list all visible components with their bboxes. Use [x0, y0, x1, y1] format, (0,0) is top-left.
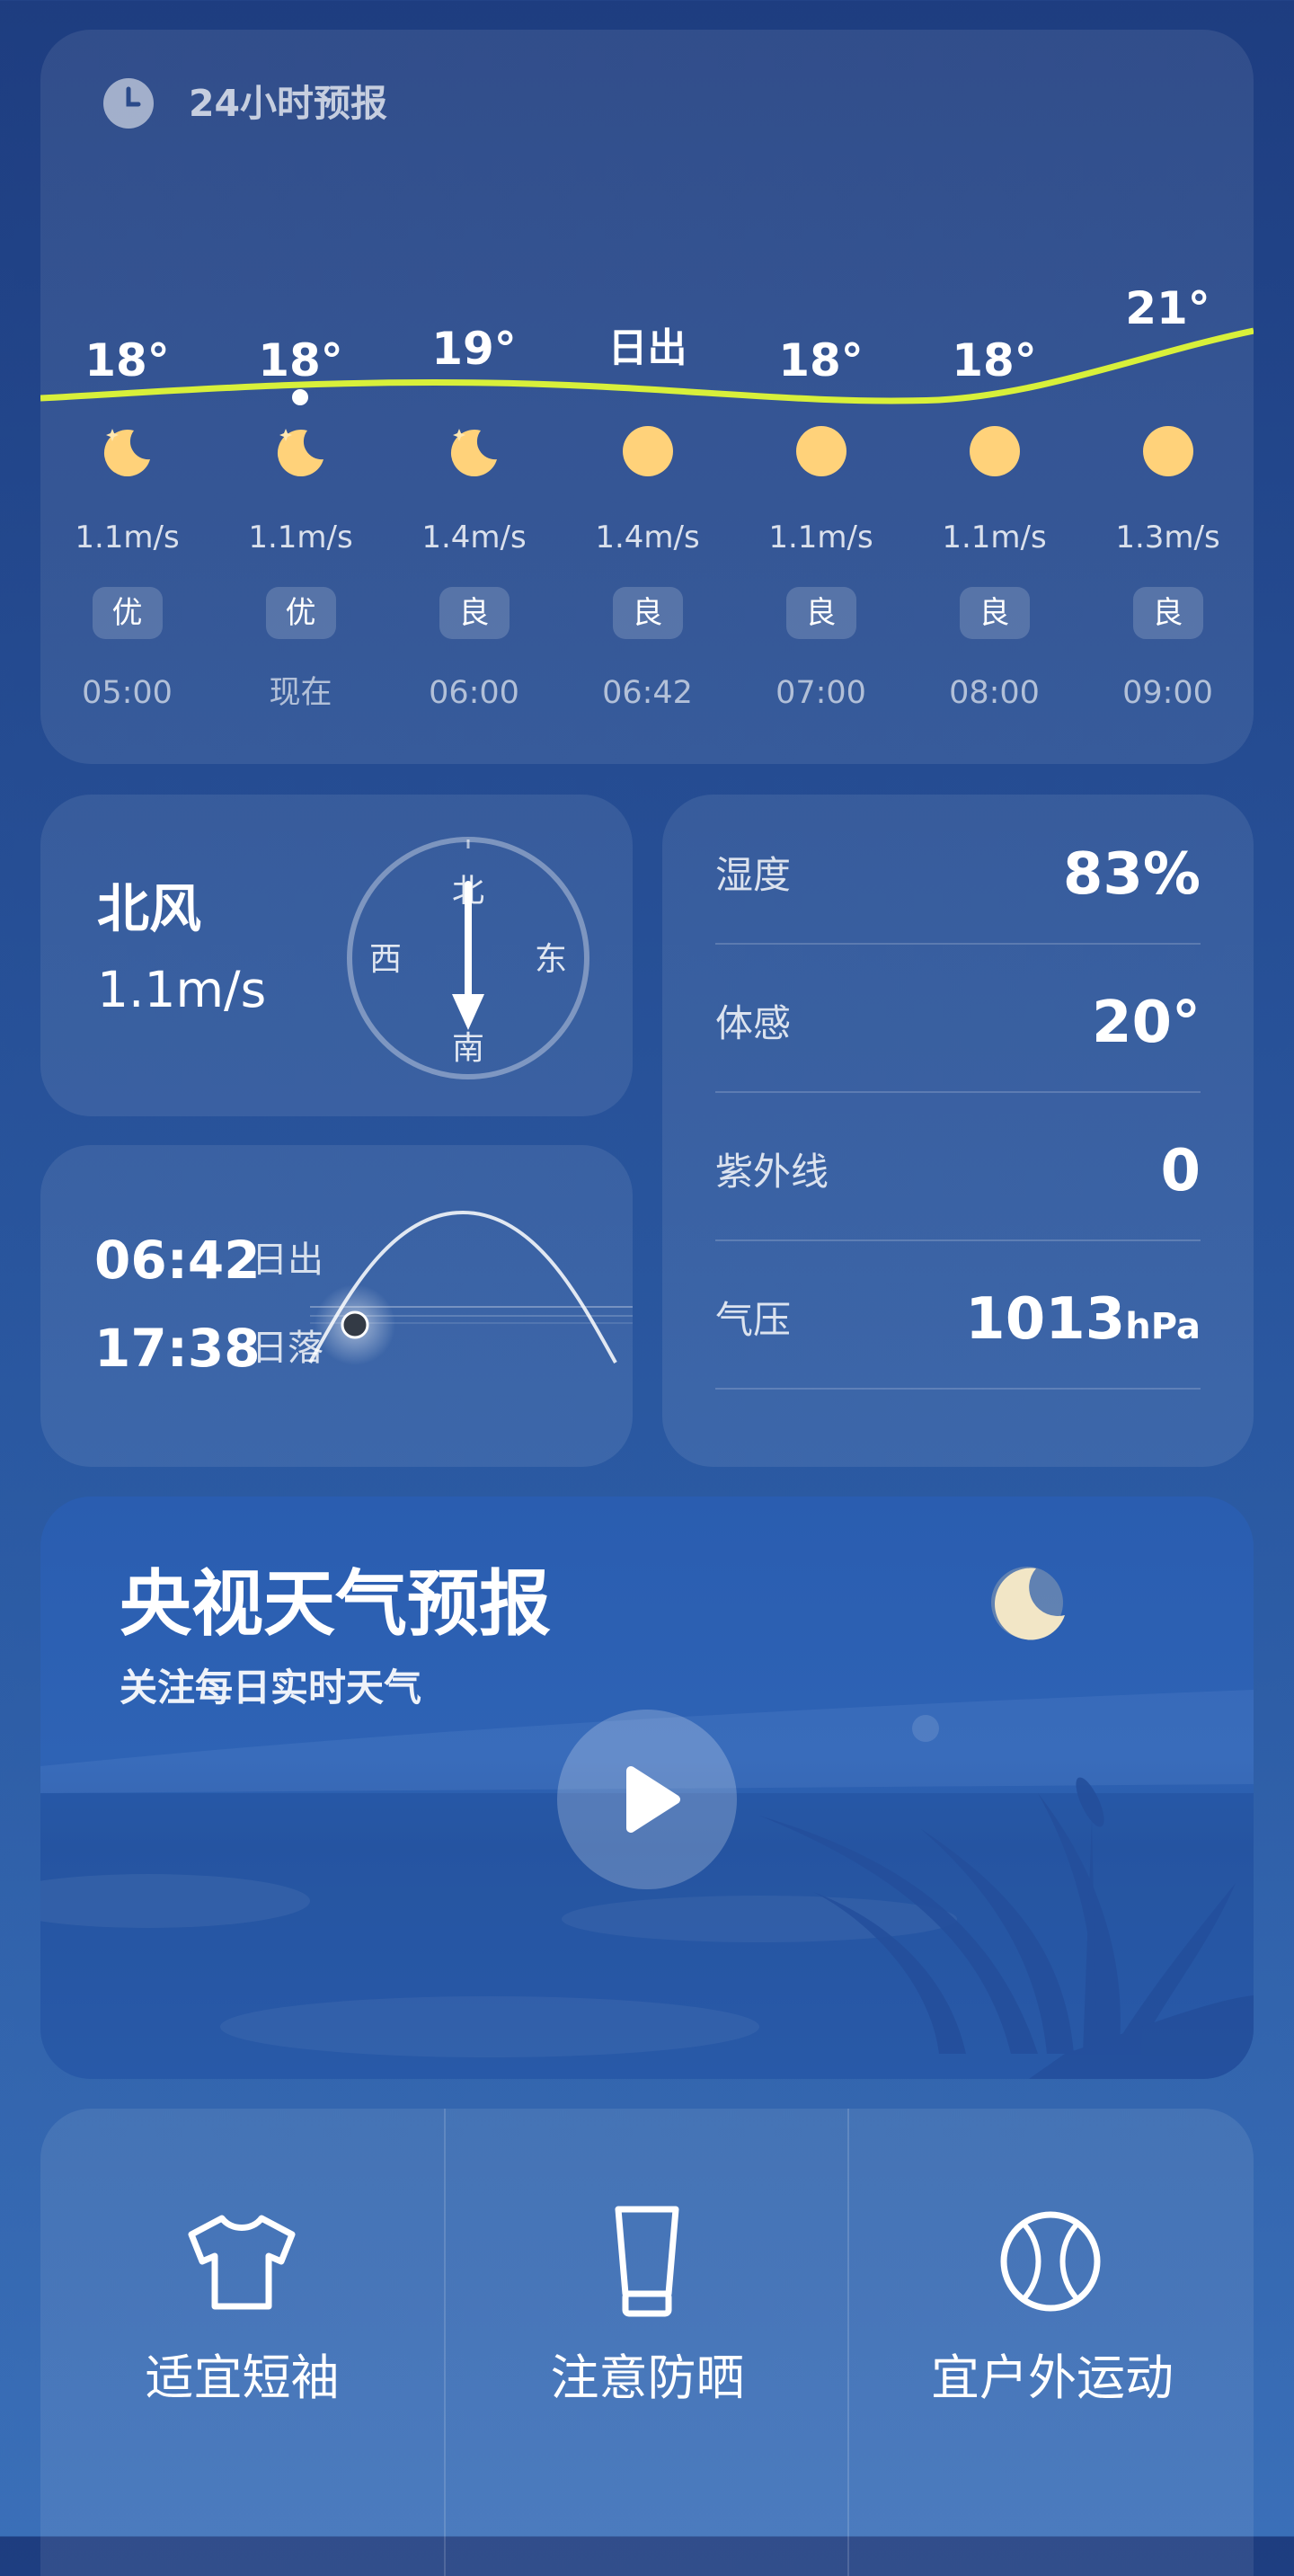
hour-column[interactable]: 19° 1.4m/s 良 06:00: [387, 30, 561, 764]
hour-temp: 18°: [84, 334, 170, 386]
hour-time: 06:42: [602, 675, 693, 711]
sunscreen-icon: [615, 2206, 679, 2317]
feels-like-label: 体感: [715, 1001, 792, 1045]
sun-path-arc: [308, 1210, 633, 1365]
hour-time: 09:00: [1122, 675, 1213, 711]
uv-index-row: 紫外线 0: [715, 1091, 1201, 1241]
sun-icon: [1143, 426, 1193, 476]
moon-stars-icon: [103, 429, 150, 477]
hour-wind: 1.4m/s: [421, 520, 527, 555]
uv-index-value: 0: [1160, 1138, 1201, 1204]
moon-stars-icon: [277, 429, 324, 477]
uv-index-label: 紫外线: [715, 1150, 829, 1194]
hour-time: 07:00: [776, 675, 866, 711]
wind-speed: 1.1m/s: [97, 961, 267, 1018]
tip-short-sleeves[interactable]: 适宜短袖: [40, 2109, 444, 2576]
hour-temp: 日出: [607, 325, 687, 371]
hour-aqi-badge: 良: [785, 587, 856, 639]
hour-wind: 1.3m/s: [1115, 520, 1220, 555]
hour-time: 08:00: [949, 675, 1040, 711]
sun-position-marker: [341, 1310, 369, 1339]
tip-label: 宜户外运动: [931, 2349, 1174, 2406]
sunrise-time: 06:42: [94, 1230, 261, 1291]
compass-east: 东: [535, 941, 567, 978]
hour-aqi-badge: 良: [612, 587, 683, 639]
humidity-row: 湿度 83%: [715, 795, 1201, 945]
wind-card[interactable]: 北风 1.1m/s 北 南 东 西: [40, 795, 633, 1116]
humidity-value: 83%: [1062, 841, 1201, 908]
hour-time: 06:00: [429, 675, 519, 711]
tip-label: 注意防晒: [550, 2349, 745, 2406]
wind-direction: 北风: [97, 878, 202, 939]
video-title: 央视天气预报: [120, 1562, 551, 1646]
hour-column[interactable]: 18° 1.1m/s 良 07:00: [734, 30, 908, 764]
hour-aqi-badge: 良: [959, 587, 1030, 639]
hour-wind: 1.1m/s: [942, 520, 1047, 555]
hour-column[interactable]: 18° 1.1m/s 优 现在: [214, 30, 387, 764]
hour-temp: 18°: [258, 334, 343, 386]
hour-time: 现在: [269, 675, 332, 711]
humidity-label: 湿度: [715, 853, 792, 897]
hour-wind: 1.1m/s: [75, 520, 180, 555]
sunset-time: 17:38: [94, 1318, 261, 1379]
hour-aqi-badge: 优: [265, 587, 336, 639]
feels-like-row: 体感 20°: [715, 943, 1201, 1093]
sun-icon: [796, 426, 846, 476]
tip-sunscreen[interactable]: 注意防晒: [444, 2109, 849, 2576]
play-button[interactable]: [557, 1710, 737, 1889]
sun-icon: [623, 426, 673, 476]
sun-icon: [970, 426, 1020, 476]
hour-temp: 18°: [778, 334, 864, 386]
hour-column[interactable]: 日出 1.4m/s 良 06:42: [561, 30, 734, 764]
tip-label: 适宜短袖: [145, 2349, 340, 2406]
hour-temp: 18°: [952, 334, 1037, 386]
compass-south: 南: [452, 1030, 484, 1067]
compass-west: 西: [369, 941, 402, 978]
video-subtitle: 关注每日实时天气: [120, 1666, 422, 1710]
hour-wind: 1.4m/s: [595, 520, 700, 555]
pressure-value: 1013hPa: [965, 1286, 1201, 1353]
hour-column[interactable]: 18° 1.1m/s 优 05:00: [40, 30, 214, 764]
pressure-row: 气压 1013hPa: [715, 1239, 1201, 1390]
cctv-forecast-video-card[interactable]: 央视天气预报 关注每日实时天气: [40, 1497, 1254, 2079]
tshirt-icon: [188, 2215, 296, 2310]
hour-aqi-badge: 良: [439, 587, 510, 639]
hourly-forecast-card[interactable]: 24小时预报 18° 1.1m/s 优 05:00 18° 1.1m/s 优 现…: [40, 30, 1254, 764]
tip-outdoor-sports[interactable]: 宜户外运动: [847, 2109, 1254, 2576]
hour-aqi-badge: 优: [92, 587, 163, 639]
hour-time: 05:00: [82, 675, 173, 711]
weather-details-card[interactable]: 湿度 83% 体感 20° 紫外线 0 气压 1013hPa: [662, 795, 1254, 1467]
moon-stars-icon: [450, 429, 497, 477]
hour-column[interactable]: 18° 1.1m/s 良 08:00: [908, 30, 1081, 764]
sunrise-sunset-card[interactable]: 06:42 日出 17:38 日落: [40, 1145, 633, 1467]
hour-aqi-badge: 良: [1132, 587, 1203, 639]
life-tips-card: 适宜短袖 注意防晒 宜户外运动: [40, 2109, 1254, 2576]
sunrise-label: 日出: [252, 1239, 324, 1281]
pressure-label: 气压: [715, 1298, 792, 1342]
ball-icon: [1000, 2211, 1101, 2312]
hour-wind: 1.1m/s: [248, 520, 353, 555]
play-icon: [626, 1766, 680, 1833]
hour-temp: 21°: [1125, 282, 1210, 334]
feels-like-value: 20°: [1091, 990, 1201, 1056]
hour-wind: 1.1m/s: [768, 520, 873, 555]
compass-dial: 北 南 东 西: [347, 837, 589, 1079]
sunset-label: 日落: [252, 1328, 324, 1369]
hour-temp: 19°: [431, 323, 517, 375]
hour-column[interactable]: 21° 1.3m/s 良 09:00: [1081, 30, 1254, 764]
